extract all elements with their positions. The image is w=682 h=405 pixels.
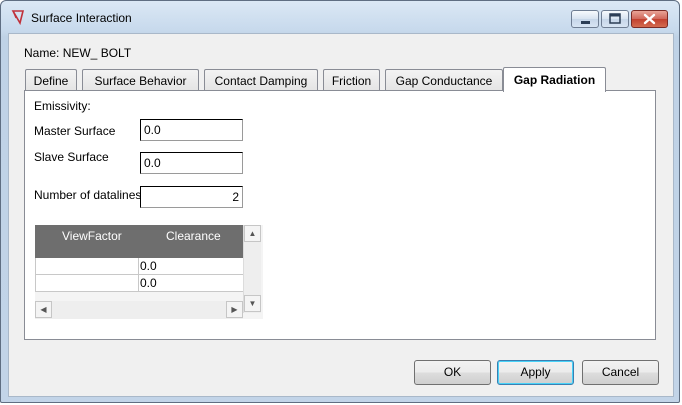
tab-gap-conductance[interactable]: Gap Conductance — [385, 69, 503, 91]
tab-contact-damping-label: Contact Damping — [214, 74, 308, 88]
arrow-right-icon: ▶ — [231, 305, 238, 314]
tab-surface-behavior-label: Surface Behavior — [94, 74, 187, 88]
viewfactor-cell[interactable] — [35, 275, 138, 291]
name-value: NEW_ BOLT — [62, 46, 132, 60]
cancel-button[interactable]: Cancel — [582, 360, 659, 385]
column-header-viewfactor[interactable]: ViewFactor — [62, 229, 122, 243]
table-row[interactable]: 0.0 — [35, 275, 243, 292]
scroll-up-button[interactable]: ▲ — [244, 225, 261, 242]
table-vertical-scrollbar[interactable]: ▲ ▼ — [243, 225, 261, 313]
apply-button[interactable]: Apply — [497, 360, 574, 385]
arrow-up-icon: ▲ — [248, 229, 257, 238]
table-header: ViewFactor Clearance — [35, 225, 243, 258]
master-surface-label: Master Surface — [34, 124, 116, 138]
dialog-window: Surface Interaction Name: NEW_ BOLT Defi… — [0, 0, 680, 403]
tab-gap-radiation-label: Gap Radiation — [513, 73, 596, 87]
dataline-table: ViewFactor Clearance 0.0 0.0 ▲ ▼ ◀ ▶ — [35, 225, 263, 319]
table-horizontal-scrollbar[interactable]: ◀ ▶ — [35, 301, 243, 319]
tab-strip: Define Surface Behavior Contact Damping … — [24, 67, 664, 92]
surface-interaction-icon — [11, 10, 25, 25]
close-button[interactable] — [631, 10, 668, 28]
minimize-button[interactable] — [571, 10, 599, 28]
viewfactor-cell[interactable] — [35, 258, 138, 274]
master-surface-field[interactable]: 0.0 — [140, 119, 243, 141]
tab-define[interactable]: Define — [25, 69, 77, 91]
maximize-icon — [609, 13, 621, 24]
tab-gap-radiation[interactable]: Gap Radiation — [503, 67, 606, 92]
tab-friction-label: Friction — [331, 74, 372, 88]
column-header-clearance[interactable]: Clearance — [166, 229, 221, 243]
dialog-client-area: Name: NEW_ BOLT Define Surface Behavior … — [8, 33, 674, 397]
scroll-down-button[interactable]: ▼ — [244, 295, 261, 312]
name-label: Name: — [24, 46, 60, 60]
tab-define-label: Define — [33, 74, 69, 88]
table-row[interactable]: 0.0 — [35, 258, 243, 275]
gap-radiation-panel: Emissivity: Master Surface 0.0 Slave Sur… — [24, 90, 656, 340]
slave-surface-label: Slave Surface — [34, 150, 109, 164]
emissivity-label: Emissivity: — [34, 99, 91, 113]
arrow-down-icon: ▼ — [248, 299, 257, 308]
name-row: Name: NEW_ BOLT — [24, 46, 131, 60]
clearance-cell[interactable]: 0.0 — [138, 275, 243, 291]
ok-button[interactable]: OK — [414, 360, 491, 385]
tab-contact-damping[interactable]: Contact Damping — [204, 69, 318, 91]
clearance-cell[interactable]: 0.0 — [138, 258, 243, 274]
tab-surface-behavior[interactable]: Surface Behavior — [82, 69, 199, 91]
tab-gap-conductance-label: Gap Conductance — [395, 74, 493, 88]
close-icon — [643, 13, 656, 25]
tab-friction[interactable]: Friction — [323, 69, 380, 91]
scroll-right-button[interactable]: ▶ — [226, 301, 243, 318]
datalines-field[interactable]: 2 — [140, 186, 243, 208]
maximize-button[interactable] — [601, 10, 629, 28]
scroll-left-button[interactable]: ◀ — [35, 301, 52, 318]
slave-surface-field[interactable]: 0.0 — [140, 152, 243, 174]
arrow-left-icon: ◀ — [40, 305, 47, 314]
title-bar[interactable]: Surface Interaction — [1, 1, 679, 35]
datalines-label: Number of datalines: — [34, 188, 145, 202]
minimize-icon — [581, 21, 590, 24]
window-title: Surface Interaction — [31, 11, 132, 25]
